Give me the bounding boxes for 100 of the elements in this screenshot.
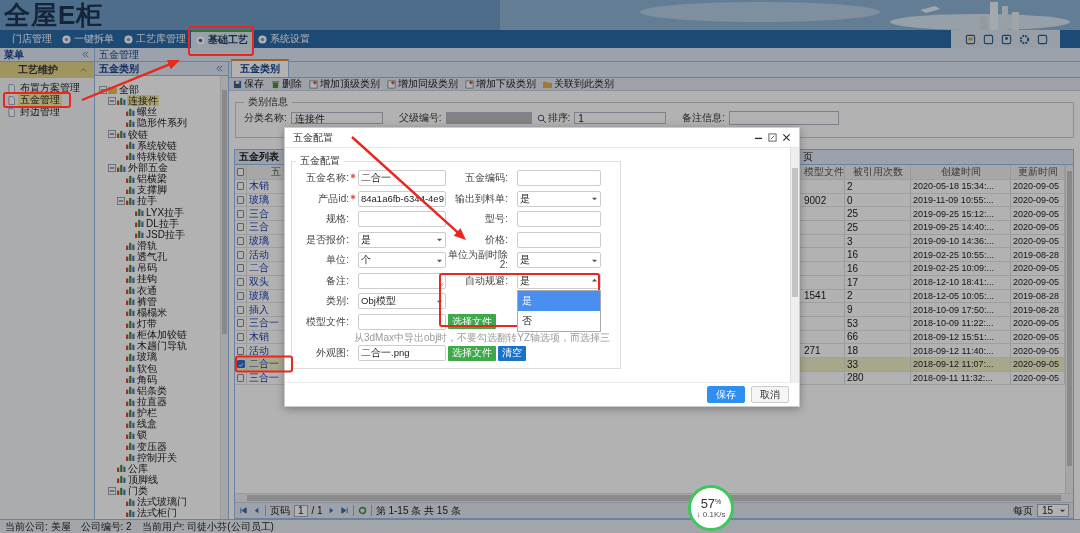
tree-node[interactable]: 拉手 bbox=[136, 195, 158, 207]
name-link[interactable]: 活动 bbox=[249, 344, 269, 357]
name-link[interactable]: 插入 bbox=[249, 303, 269, 316]
checkbox[interactable] bbox=[237, 223, 244, 232]
toolbar-button[interactable]: 关联到此类别 bbox=[543, 77, 614, 91]
input-field[interactable] bbox=[358, 313, 446, 330]
collapse-icon[interactable] bbox=[215, 64, 224, 73]
tree-node[interactable]: DL拉手 bbox=[145, 217, 180, 229]
tree-node[interactable]: 支撑脚 bbox=[136, 184, 168, 196]
select-field[interactable]: 是 bbox=[517, 252, 601, 269]
collapse-toggle-icon[interactable] bbox=[108, 130, 116, 139]
tree-node[interactable]: 系统铰链 bbox=[136, 139, 178, 151]
checkbox[interactable] bbox=[237, 291, 244, 300]
menu-item[interactable]: 五金管理 bbox=[18, 94, 62, 106]
tree-node[interactable]: 拉直器 bbox=[136, 396, 168, 407]
checkbox[interactable] bbox=[237, 346, 244, 355]
nav-tab[interactable]: 基础工艺 bbox=[191, 30, 253, 48]
tree-node[interactable]: 全部 bbox=[118, 84, 140, 96]
name-link[interactable]: 活动 bbox=[249, 248, 269, 262]
select-field[interactable]: 是 bbox=[358, 231, 446, 248]
text-area[interactable] bbox=[358, 272, 446, 289]
select-field[interactable]: 是 bbox=[517, 190, 601, 207]
checkbox[interactable] bbox=[237, 182, 244, 191]
nav-tab[interactable]: 一键拆单 bbox=[57, 30, 119, 48]
nav-tab[interactable]: 工艺库管理 bbox=[119, 30, 191, 48]
collapse-toggle-icon[interactable] bbox=[108, 163, 116, 172]
menu-item[interactable]: 布置方案管理 bbox=[18, 82, 82, 94]
tree-node[interactable]: LYX拉手 bbox=[145, 206, 186, 218]
toolbar-button[interactable]: 保存 bbox=[233, 77, 264, 91]
collapse-toggle-icon[interactable] bbox=[117, 196, 125, 205]
input-field[interactable] bbox=[358, 211, 446, 228]
scrollbar[interactable] bbox=[1065, 165, 1073, 493]
tree-node[interactable]: 控制开关 bbox=[136, 451, 178, 463]
input-field[interactable] bbox=[517, 170, 601, 187]
name-link[interactable]: 三合 bbox=[249, 207, 269, 221]
input-field[interactable]: 连接件 bbox=[290, 112, 383, 124]
tree-node[interactable]: 衣通 bbox=[136, 284, 158, 296]
select-field[interactable]: Obj模型 bbox=[358, 293, 446, 310]
tree-node[interactable]: 软包 bbox=[136, 362, 158, 374]
name-link[interactable]: 二合 bbox=[249, 262, 269, 275]
nav-tab[interactable]: 门店管理 bbox=[2, 30, 57, 48]
tree-node[interactable]: 变压器 bbox=[136, 440, 168, 452]
checkbox[interactable] bbox=[237, 196, 244, 205]
previous-page-icon[interactable] bbox=[252, 506, 261, 515]
scrollbar[interactable] bbox=[790, 148, 799, 382]
tree-node[interactable]: 法式玻璃门 bbox=[136, 496, 188, 508]
input-field[interactable] bbox=[517, 231, 601, 248]
tree-node[interactable]: 榻榻米 bbox=[136, 306, 168, 318]
tree-node[interactable]: 灯带 bbox=[136, 318, 158, 329]
tree-node[interactable]: 顶脚线 bbox=[127, 474, 159, 485]
tree-node[interactable]: 吊码 bbox=[136, 262, 158, 274]
name-link[interactable]: 三合一 bbox=[249, 371, 279, 385]
toolbar-button[interactable]: 增加顶级类别 bbox=[309, 77, 380, 91]
checkbox[interactable] bbox=[237, 264, 244, 273]
tree-node[interactable]: 柜体加铰链 bbox=[136, 329, 188, 341]
monitor-icon[interactable] bbox=[965, 33, 976, 45]
refresh-icon[interactable] bbox=[357, 506, 367, 515]
name-link[interactable]: 三合一 bbox=[249, 316, 279, 330]
tree-node[interactable]: 护栏 bbox=[136, 407, 158, 419]
tree-node[interactable]: 透气孔 bbox=[136, 251, 168, 263]
name-link[interactable]: 玻璃 bbox=[249, 289, 269, 303]
input-field[interactable]: 二合一.png bbox=[358, 345, 446, 362]
collapse-toggle-icon[interactable] bbox=[108, 96, 116, 105]
checkbox[interactable] bbox=[237, 168, 244, 176]
column-header[interactable]: 被引用次数 bbox=[845, 165, 911, 179]
tree-node[interactable]: 锁 bbox=[136, 429, 148, 441]
tree-node[interactable]: 螺丝 bbox=[136, 106, 158, 118]
tree-node[interactable]: 滑轨 bbox=[136, 240, 158, 252]
maximize-icon[interactable] bbox=[768, 133, 777, 142]
checkbox[interactable] bbox=[237, 250, 244, 259]
scrollbar[interactable] bbox=[220, 76, 228, 519]
name-link[interactable]: 二合一 bbox=[249, 357, 279, 371]
name-link[interactable]: 玻璃 bbox=[249, 193, 269, 207]
tree-node[interactable]: 角码 bbox=[136, 373, 158, 385]
tree-node[interactable]: 外部五金 bbox=[127, 162, 169, 174]
tree-node[interactable]: 门类 bbox=[127, 485, 149, 497]
page-size-select[interactable]: 15 bbox=[1036, 504, 1069, 517]
tab[interactable]: 五金类别 bbox=[231, 59, 289, 77]
input-field[interactable]: 1 bbox=[574, 112, 667, 124]
file-button[interactable]: 清空 bbox=[498, 345, 526, 361]
collapse-toggle-icon[interactable] bbox=[108, 486, 116, 495]
checkbox[interactable] bbox=[236, 360, 245, 369]
close-icon[interactable] bbox=[782, 133, 791, 142]
tree-node[interactable]: 隐形件系列 bbox=[136, 117, 188, 129]
tree-node[interactable]: 玻璃 bbox=[136, 351, 158, 363]
tree-node[interactable]: JSD拉手 bbox=[145, 228, 186, 240]
tree-node[interactable]: 挂钩 bbox=[136, 273, 158, 285]
nav-tab[interactable]: 系统设置 bbox=[253, 30, 315, 48]
tree-node[interactable]: 木趟门导轨 bbox=[136, 340, 188, 352]
collapse-icon[interactable] bbox=[81, 50, 90, 59]
dialog-button[interactable]: 取消 bbox=[751, 386, 789, 403]
checkbox[interactable] bbox=[237, 209, 244, 218]
toolbar-button[interactable]: 删除 bbox=[271, 77, 302, 91]
tree-node[interactable]: 线盒 bbox=[136, 418, 158, 430]
tree-node[interactable]: 法式柜门 bbox=[136, 507, 178, 519]
tree-node[interactable]: 特殊铰链 bbox=[136, 150, 178, 162]
text-area[interactable] bbox=[729, 111, 840, 125]
collapse-icon[interactable] bbox=[79, 65, 88, 75]
column-header[interactable]: 创建时间 bbox=[911, 165, 1011, 179]
select-field[interactable]: 个 bbox=[358, 252, 446, 269]
